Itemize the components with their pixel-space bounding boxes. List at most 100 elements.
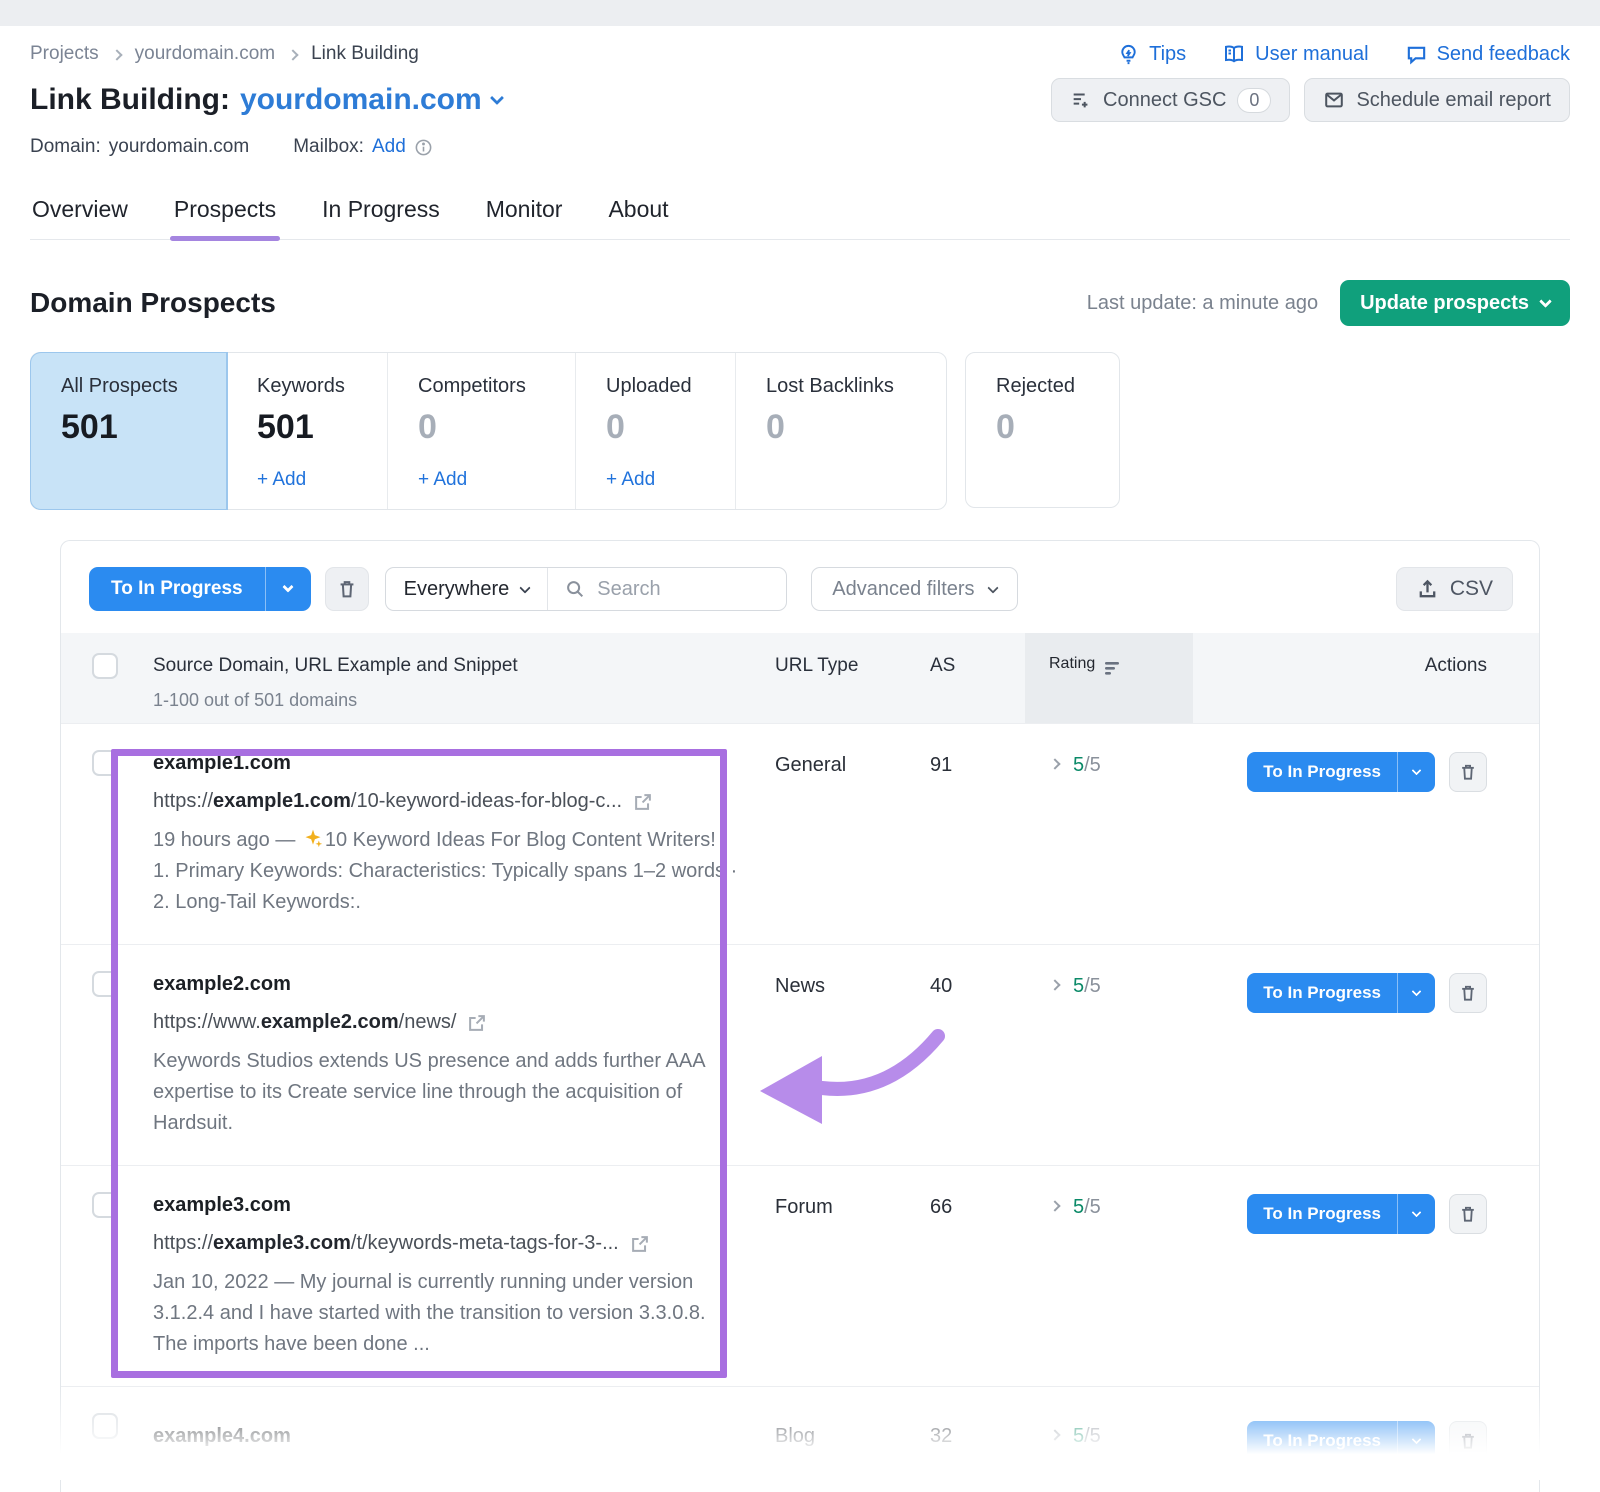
external-link-icon[interactable] <box>629 1233 651 1255</box>
delete-row-button[interactable] <box>1449 752 1487 792</box>
chevron-down-icon[interactable] <box>490 91 504 105</box>
update-prospects-button[interactable]: Update prospects <box>1340 280 1570 326</box>
user-manual-link[interactable]: User manual <box>1222 42 1368 66</box>
card-lost-backlinks[interactable]: Lost Backlinks 0 <box>736 353 946 509</box>
card-label: Competitors <box>418 375 565 398</box>
last-update-text: Last update: a minute ago <box>1087 292 1318 315</box>
bulk-to-in-progress-button[interactable]: To In Progress <box>89 567 311 611</box>
advanced-filters-label: Advanced filters <box>832 578 974 601</box>
send-feedback-link[interactable]: Send feedback <box>1405 43 1570 66</box>
card-value: 501 <box>257 408 377 447</box>
search-scope-dropdown[interactable]: Everywhere <box>386 568 549 610</box>
connect-gsc-button[interactable]: Connect GSC 0 <box>1051 78 1290 122</box>
card-label: Uploaded <box>606 375 725 398</box>
delete-row-button[interactable] <box>1449 1194 1487 1234</box>
to-in-progress-label: To In Progress <box>1247 1194 1397 1234</box>
tab-in-progress[interactable]: In Progress <box>322 196 440 239</box>
chevron-down-icon <box>987 582 998 593</box>
select-all-checkbox[interactable] <box>92 653 118 679</box>
add-keywords-link[interactable]: + Add <box>257 469 377 491</box>
tab-prospects[interactable]: Prospects <box>174 196 276 239</box>
export-csv-button[interactable]: CSV <box>1396 567 1513 611</box>
page-title-domain[interactable]: yourdomain.com <box>240 83 482 117</box>
url-example: https://www.example2.com/news/ <box>153 1011 765 1034</box>
to-in-progress-label: To In Progress <box>1247 1421 1397 1461</box>
source-domain: example4.com <box>153 1425 765 1448</box>
external-link-icon[interactable] <box>466 1012 488 1034</box>
source-domain: example3.com <box>153 1194 765 1217</box>
tips-link[interactable]: Tips <box>1117 43 1186 66</box>
add-uploaded-link[interactable]: + Add <box>606 469 725 491</box>
connect-gsc-count-badge: 0 <box>1237 88 1271 113</box>
to-in-progress-label: To In Progress <box>1247 973 1397 1013</box>
lightbulb-icon <box>1117 43 1140 66</box>
external-link-icon[interactable] <box>632 791 654 813</box>
delete-row-button[interactable] <box>1449 973 1487 1013</box>
window-top-strip <box>0 0 1600 26</box>
to-in-progress-button[interactable]: To In Progress <box>1247 1421 1435 1461</box>
breadcrumb-domain[interactable]: yourdomain.com <box>135 43 275 65</box>
chevron-right-icon[interactable] <box>1049 1200 1060 1211</box>
url-example: https://example3.com/t/keywords-meta-tag… <box>153 1232 765 1255</box>
card-label: Rejected <box>996 375 1109 398</box>
chevron-right-icon[interactable] <box>1049 1429 1060 1440</box>
breadcrumb-projects[interactable]: Projects <box>30 43 99 65</box>
to-in-progress-caret[interactable] <box>1397 1421 1435 1461</box>
mailbox-add-link[interactable]: Add <box>372 136 406 158</box>
list-plus-icon <box>1070 89 1092 111</box>
card-rejected[interactable]: Rejected 0 <box>965 352 1120 508</box>
schedule-email-report-button[interactable]: Schedule email report <box>1304 78 1570 122</box>
sort-bars-icon <box>1105 661 1122 676</box>
to-in-progress-button[interactable]: To In Progress <box>1247 752 1435 792</box>
row-checkbox[interactable] <box>92 1192 118 1218</box>
table-row: example2.com https://www.example2.com/ne… <box>61 944 1539 1165</box>
snippet-text: 19 hours ago — 10 Keyword Ideas For Blog… <box>153 825 743 918</box>
card-competitors[interactable]: Competitors 0 + Add <box>388 353 576 509</box>
domain-meta: Domain: yourdomain.com <box>30 136 249 158</box>
envelope-icon <box>1323 89 1345 111</box>
bulk-action-caret[interactable] <box>265 567 311 611</box>
col-rating-label: Rating <box>1049 633 1095 673</box>
delete-row-button[interactable] <box>1449 1421 1487 1461</box>
card-value: 0 <box>418 408 565 447</box>
to-in-progress-caret[interactable] <box>1397 752 1435 792</box>
add-competitors-link[interactable]: + Add <box>418 469 565 491</box>
tips-label: Tips <box>1149 43 1186 66</box>
as-value: 91 <box>920 752 1025 918</box>
card-uploaded[interactable]: Uploaded 0 + Add <box>576 353 736 509</box>
row-checkbox[interactable] <box>92 750 118 776</box>
card-value: 501 <box>61 408 216 447</box>
to-in-progress-caret[interactable] <box>1397 973 1435 1013</box>
row-checkbox[interactable] <box>92 971 118 997</box>
col-url-type-header[interactable]: URL Type <box>765 633 920 677</box>
col-rating-header[interactable]: Rating <box>1025 633 1193 723</box>
to-in-progress-button[interactable]: To In Progress <box>1247 973 1435 1013</box>
card-all-prospects[interactable]: All Prospects 501 <box>31 353 227 509</box>
chevron-right-icon[interactable] <box>1049 758 1060 769</box>
search-field[interactable] <box>548 568 786 610</box>
page-title-prefix: Link Building: <box>30 83 230 117</box>
advanced-filters-dropdown[interactable]: Advanced filters <box>811 567 1017 611</box>
chevron-right-icon[interactable] <box>1049 979 1060 990</box>
to-in-progress-caret[interactable] <box>1397 1194 1435 1234</box>
bulk-delete-button[interactable] <box>325 567 369 611</box>
tab-overview[interactable]: Overview <box>32 196 128 239</box>
to-in-progress-label: To In Progress <box>1247 752 1397 792</box>
tab-monitor[interactable]: Monitor <box>486 196 563 239</box>
search-input[interactable] <box>597 578 770 601</box>
snippet-text: Jan 10, 2022 — My journal is currently r… <box>153 1267 743 1360</box>
url-type-value: Forum <box>765 1194 920 1360</box>
table-row: example1.com https://example1.com/10-key… <box>61 723 1539 944</box>
export-icon <box>1416 578 1439 601</box>
row-checkbox[interactable] <box>92 1413 118 1439</box>
col-as-header[interactable]: AS <box>920 633 1025 677</box>
prospect-filter-cards: All Prospects 501 Keywords 501 + Add Com… <box>30 352 947 510</box>
trash-icon <box>1458 1431 1478 1451</box>
info-icon[interactable] <box>414 138 433 157</box>
card-keywords[interactable]: Keywords 501 + Add <box>227 353 388 509</box>
trash-icon <box>1458 983 1478 1003</box>
rating-cell: 5/5 <box>1025 752 1193 918</box>
card-label: Lost Backlinks <box>766 375 936 398</box>
tab-about[interactable]: About <box>608 196 668 239</box>
to-in-progress-button[interactable]: To In Progress <box>1247 1194 1435 1234</box>
